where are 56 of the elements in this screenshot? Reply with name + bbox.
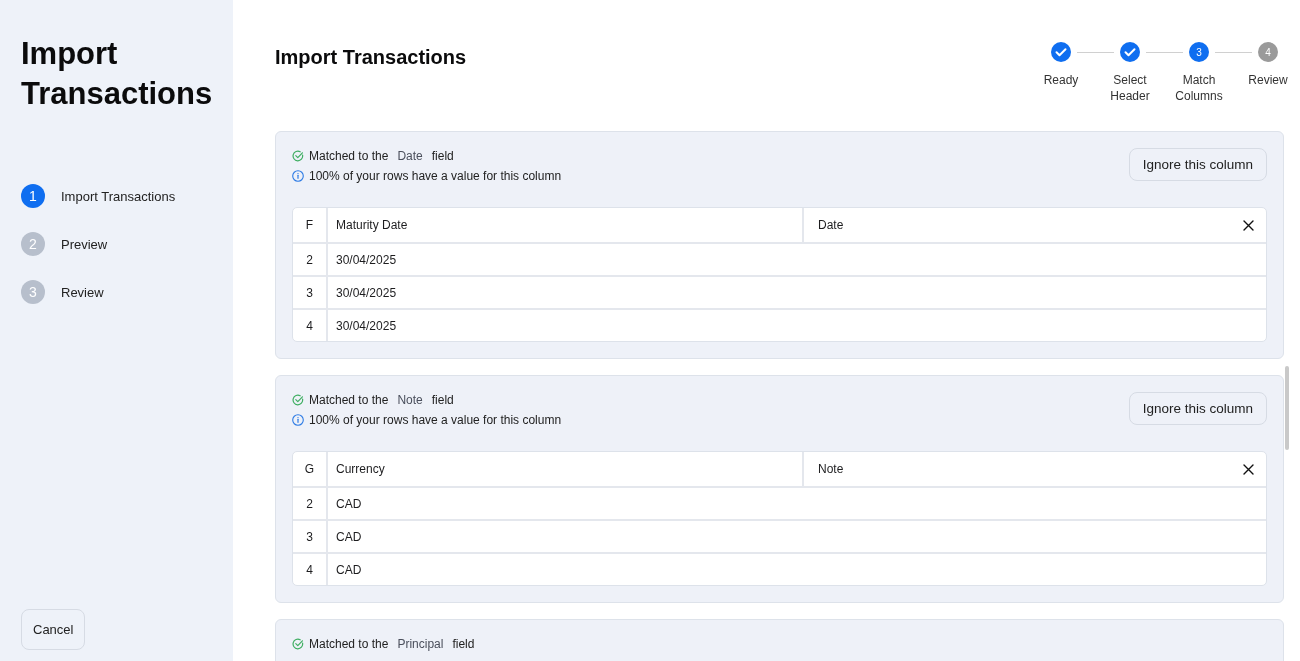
cancel-button[interactable]: Cancel	[21, 609, 86, 650]
matched-label: Matched to the	[309, 637, 389, 651]
step-number: 1	[21, 184, 45, 208]
ignore-column-button[interactable]: Ignore this column	[1128, 148, 1267, 181]
row-number: 4	[293, 310, 328, 341]
row-number: 4	[293, 554, 328, 585]
field-name: Principal	[397, 637, 444, 651]
step-label: Review	[1247, 72, 1289, 89]
check-circle-icon	[292, 150, 304, 162]
check-circle-icon	[292, 638, 304, 650]
step-label: Select Header	[1109, 72, 1151, 104]
field-name: Note	[397, 393, 423, 407]
info-icon	[292, 170, 304, 182]
mapped-field-value: Date	[818, 218, 844, 232]
table-cell-text: 30/04/2025	[335, 317, 398, 335]
matched-label: field	[431, 393, 454, 407]
row-number: 3	[293, 277, 328, 310]
mapped-field-value: Note	[818, 462, 844, 476]
step-label: Review	[61, 284, 104, 300]
mapped-field-select[interactable]: Date	[804, 208, 1266, 244]
step-label: Ready	[1042, 72, 1080, 89]
source-column-header: Maturity Date	[328, 208, 804, 244]
column-letter: G	[293, 452, 328, 488]
field-name: Date	[397, 149, 423, 163]
table-cell: CAD	[328, 488, 1266, 521]
step-number: 4	[1258, 42, 1278, 62]
mapped-field-select[interactable]: Note	[804, 452, 1266, 488]
step-label: Preview	[61, 236, 108, 252]
row-number: 2	[293, 244, 328, 277]
step-number: 3	[1189, 42, 1209, 62]
source-column-header: Currency	[328, 452, 804, 488]
coverage-text: 100% of your rows have a value for this column	[309, 413, 562, 427]
step-number: 3	[21, 280, 45, 304]
row-number: 2	[293, 488, 328, 521]
check-circle-icon	[292, 394, 304, 406]
matched-label: field	[431, 149, 454, 163]
ignore-column-button[interactable]: Ignore this column	[1128, 392, 1267, 425]
close-icon[interactable]	[1243, 219, 1254, 231]
info-icon	[292, 414, 304, 426]
step-label: Import Transactions	[61, 188, 176, 204]
step-number: 2	[21, 232, 45, 256]
table-cell: 30/04/2025	[328, 244, 1266, 277]
matched-label: Matched to the	[309, 393, 389, 407]
table-cell: CAD	[328, 521, 1266, 554]
scrollbar-thumb[interactable]	[1285, 366, 1289, 450]
matched-label: field	[452, 637, 475, 651]
close-icon[interactable]	[1243, 463, 1254, 475]
step-label: Match Columns	[1174, 72, 1224, 104]
column-letter: F	[293, 208, 328, 244]
coverage-text: 100% of your rows have a value for this column	[309, 169, 562, 183]
page-title: Import Transactions	[275, 46, 467, 69]
sidebar-title: Import Transactions	[21, 35, 212, 113]
matched-label: Matched to the	[309, 149, 389, 163]
row-number: 3	[293, 521, 328, 554]
table-cell: 30/04/2025	[328, 277, 1266, 310]
table-cell-text: CAD	[335, 561, 363, 579]
